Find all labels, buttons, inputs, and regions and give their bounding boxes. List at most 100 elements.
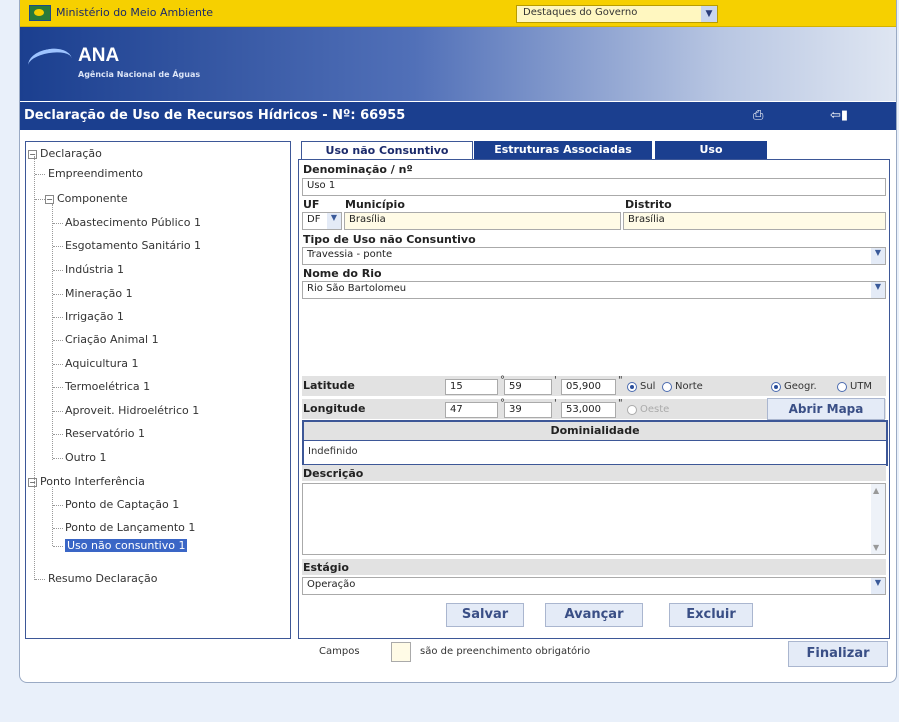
tree-item-industria[interactable]: Indústria 1: [65, 263, 124, 276]
tab-uso-nao-consuntivo[interactable]: Uso não Consuntivo: [301, 141, 473, 160]
collapse-icon[interactable]: −: [28, 478, 37, 487]
scroll-up-icon[interactable]: ▲: [873, 486, 879, 495]
ana-logo-icon: [26, 45, 74, 79]
abrir-mapa-button[interactable]: Abrir Mapa: [767, 398, 885, 420]
tree-item-irrigacao[interactable]: Irrigação 1: [65, 310, 124, 323]
distrito-input[interactable]: Brasília: [623, 212, 886, 230]
tree-item-termoeletrica[interactable]: Termoelétrica 1: [65, 380, 150, 393]
chevron-down-icon[interactable]: ▼: [871, 578, 885, 594]
tree-line: [53, 434, 63, 435]
tree-item-ponto-lancamento[interactable]: Ponto de Lançamento 1: [65, 521, 195, 534]
tree-item-uso-nao-consuntivo[interactable]: Uso não consuntivo 1: [65, 539, 188, 552]
ana-subtitle: Agência Nacional de Águas: [78, 70, 201, 79]
estagio-header: [302, 559, 886, 575]
chevron-down-icon[interactable]: ▼: [327, 213, 341, 229]
nome-rio-label: Nome do Rio: [303, 267, 382, 280]
chevron-down-icon[interactable]: ▼: [701, 6, 717, 22]
tree-line: [35, 174, 45, 175]
nome-rio-select[interactable]: Rio São Bartolomeu ▼: [302, 281, 886, 299]
tree-item-mineracao[interactable]: Mineração 1: [65, 287, 133, 300]
app-frame: Ministério do Meio Ambiente Destaques do…: [19, 0, 897, 683]
dominialidade-box: Dominialidade Indefinido: [302, 420, 888, 466]
minute-symbol: ': [554, 375, 557, 386]
denominacao-input[interactable]: Uso 1: [302, 178, 886, 196]
municipio-input[interactable]: Brasília: [344, 212, 621, 230]
tree-line: [52, 487, 53, 546]
descricao-textarea[interactable]: ▲ ▼: [302, 483, 886, 555]
tree-line: [53, 223, 63, 224]
salvar-button[interactable]: Salvar: [446, 603, 524, 627]
exit-icon[interactable]: ⇦▮: [830, 108, 852, 123]
tree-line: [53, 505, 63, 506]
longitude-label: Longitude: [303, 402, 366, 415]
tree-item-componente[interactable]: − Componente: [45, 192, 128, 205]
tree-line: [53, 458, 63, 459]
tree-line: [53, 340, 63, 341]
collapse-icon[interactable]: −: [45, 195, 54, 204]
tree-item-aquicultura[interactable]: Aquicultura 1: [65, 357, 138, 370]
utm-radio[interactable]: [837, 382, 847, 392]
tree-label: Ponto Interferência: [40, 475, 145, 488]
tree-item-reservatorio[interactable]: Reservatório 1: [65, 427, 145, 440]
lat-degrees-input[interactable]: 15: [445, 379, 498, 395]
lon-seconds-input[interactable]: 53,000: [561, 402, 616, 418]
collapse-icon[interactable]: −: [28, 150, 37, 159]
finalizar-button[interactable]: Finalizar: [788, 641, 888, 667]
sul-radio[interactable]: [627, 382, 637, 392]
descricao-header: [302, 465, 886, 481]
form-panel: Denominação / nº Uso 1 UF Município Dist…: [298, 159, 890, 639]
excluir-button[interactable]: Excluir: [669, 603, 753, 627]
ana-title: ANA: [78, 45, 120, 66]
oeste-label: Oeste: [640, 404, 670, 415]
tree-line: [52, 204, 53, 460]
campos-label: Campos: [319, 646, 360, 657]
print-icon[interactable]: ⎙: [753, 108, 770, 123]
sul-label: Sul: [640, 381, 656, 392]
scrollbar[interactable]: ▲ ▼: [871, 484, 885, 554]
tree-item-outro[interactable]: Outro 1: [65, 451, 106, 464]
scroll-down-icon[interactable]: ▼: [873, 543, 879, 552]
tree-item-aproveit-hidroeletrico[interactable]: Aproveit. Hidroelétrico 1: [65, 404, 199, 417]
lat-seconds-input[interactable]: 05,900: [561, 379, 616, 395]
ana-banner: ANA Agência Nacional de Águas: [20, 27, 896, 101]
tab-uso[interactable]: Uso: [655, 141, 767, 159]
avancar-button[interactable]: Avançar: [545, 603, 643, 627]
estagio-select[interactable]: Operação ▼: [302, 577, 886, 595]
tree-item-declaracao[interactable]: − Declaração: [28, 147, 102, 160]
dominialidade-label: Dominialidade: [550, 424, 640, 437]
ministry-link[interactable]: Ministério do Meio Ambiente: [56, 6, 213, 19]
tree-item-empreendimento[interactable]: Empreendimento: [48, 167, 143, 180]
tipo-uso-select[interactable]: Travessia - ponte ▼: [302, 247, 886, 265]
tree-item-esgotamento[interactable]: Esgotamento Sanitário 1: [65, 239, 201, 252]
distrito-label: Distrito: [625, 198, 672, 211]
chevron-down-icon[interactable]: ▼: [871, 282, 885, 298]
uf-value: DF: [307, 214, 321, 225]
gov-topbar: Ministério do Meio Ambiente Destaques do…: [20, 0, 896, 27]
lon-degrees-input[interactable]: 47: [445, 402, 498, 418]
tree-item-ponto-interferencia[interactable]: − Ponto Interferência: [28, 475, 145, 488]
tree-line: [53, 411, 63, 412]
estagio-value: Operação: [307, 579, 356, 590]
norte-radio[interactable]: [662, 382, 672, 392]
geogr-radio[interactable]: [771, 382, 781, 392]
tree-item-criacao-animal[interactable]: Criação Animal 1: [65, 333, 159, 346]
uf-select[interactable]: DF ▼: [302, 212, 342, 230]
tree-item-ponto-captacao[interactable]: Ponto de Captação 1: [65, 498, 179, 511]
tree-line: [53, 528, 63, 529]
tree-label: Componente: [57, 192, 128, 205]
tree-line: [53, 270, 63, 271]
tree-item-resumo[interactable]: Resumo Declaração: [48, 572, 157, 585]
obrigatorio-text: são de preenchimento obrigatório: [420, 646, 591, 657]
lon-minutes-input[interactable]: 39: [504, 402, 552, 418]
page-title: Declaração de Uso de Recursos Hídricos -…: [24, 108, 406, 123]
tree-item-abastecimento[interactable]: Abastecimento Público 1: [65, 216, 201, 229]
dominialidade-value: Indefinido: [308, 446, 358, 457]
chevron-down-icon[interactable]: ▼: [871, 248, 885, 264]
oeste-radio[interactable]: [627, 405, 637, 415]
norte-label: Norte: [675, 381, 703, 392]
lat-minutes-input[interactable]: 59: [504, 379, 552, 395]
gov-highlights-select[interactable]: Destaques do Governo ▼: [516, 5, 718, 23]
tab-estruturas-associadas[interactable]: Estruturas Associadas: [474, 141, 652, 159]
geogr-label: Geogr.: [784, 381, 817, 392]
tree-line: [34, 156, 35, 580]
